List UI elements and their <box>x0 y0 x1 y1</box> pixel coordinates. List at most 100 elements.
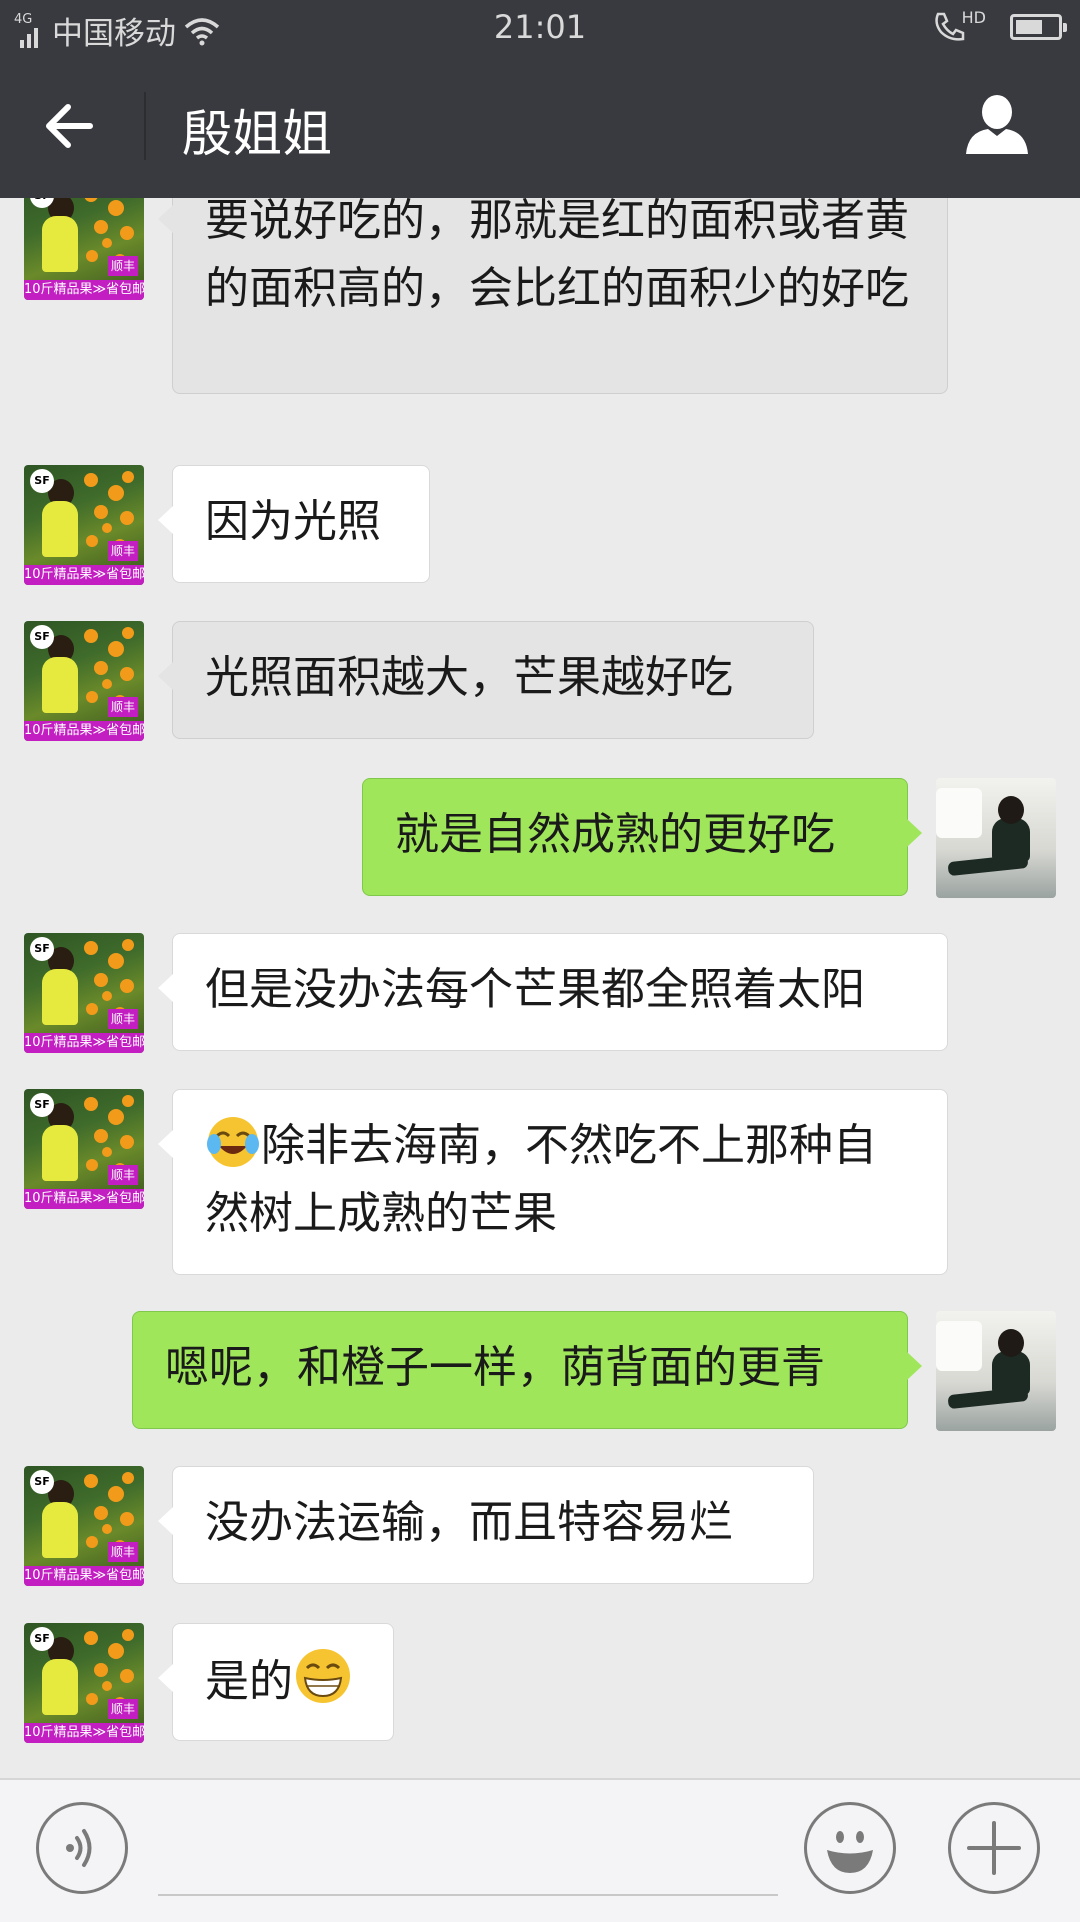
message-text: 没办法运输，而且特容易烂 <box>205 1497 733 1548</box>
sent-message-bubble[interactable]: 就是自然成熟的更好吃 <box>362 778 922 896</box>
contact-avatar[interactable]: SF 顺丰 10斤精品果≫省包邮 <box>24 1089 144 1209</box>
avatar-badge: 顺丰 <box>108 1009 138 1029</box>
avatar-fruit-dot <box>94 1506 108 1520</box>
contact-avatar[interactable]: SF顺丰10斤精品果≫省包邮 <box>24 465 144 585</box>
emoji-button[interactable] <box>804 1802 896 1894</box>
page-title: 殷姐姐 <box>182 105 332 163</box>
avatar-fruit-dot <box>122 627 134 639</box>
avatar-logo: SF <box>30 625 54 649</box>
avatar-kid-head <box>998 796 1024 824</box>
contact-avatar[interactable]: SF 顺丰 10斤精品果≫省包邮 <box>24 933 144 1053</box>
avatar-fruit-dot <box>122 471 134 483</box>
avatar-badge: 顺丰 <box>108 1542 138 1562</box>
avatar-caption: 10斤精品果≫省包邮 <box>24 1566 144 1586</box>
my-avatar[interactable] <box>936 1311 1056 1431</box>
voice-button[interactable] <box>36 1802 128 1894</box>
my-avatar[interactable] <box>936 778 1056 898</box>
avatar-fruit-dot <box>108 1486 124 1502</box>
status-bar: 4G 中国移动 21:01 HD <box>0 0 1080 54</box>
avatar-caption: 10斤精品果≫省包邮 <box>24 1033 144 1053</box>
avatar-fruit-dot <box>108 1109 124 1125</box>
message-text: 除非去海南，不然吃不上那种自然树上成熟的芒果 <box>205 1120 877 1239</box>
person-icon[interactable] <box>964 92 1030 158</box>
arrow-left-icon[interactable] <box>40 96 100 156</box>
contact-avatar[interactable]: SF顺丰10斤精品果≫省包邮 <box>24 1623 144 1743</box>
header-divider <box>144 92 146 160</box>
avatar-fruit-dot <box>86 535 98 547</box>
contact-avatar[interactable]: SF顺丰10斤精品果≫省包邮 <box>24 198 144 300</box>
avatar-badge: 顺丰 <box>108 1165 138 1185</box>
avatar-person-body <box>42 1659 78 1715</box>
avatar-fruit-dot <box>120 226 134 240</box>
avatar-fruit-dot <box>94 220 108 234</box>
avatar-fruit-dot <box>84 629 98 643</box>
avatar-fruit-dot <box>84 473 98 487</box>
sent-message-bubble[interactable]: 嗯呢，和橙子一样，荫背面的更青 <box>132 1311 922 1429</box>
message-text: 因为光照 <box>205 496 381 547</box>
avatar-fruit-dot <box>120 1669 134 1683</box>
received-message-bubble[interactable]: 光照面积越大，芒果越好吃 <box>158 621 814 739</box>
received-message-bubble[interactable]: 但是没办法每个芒果都全照着太阳 <box>158 933 948 1051</box>
contact-avatar[interactable]: SF 顺丰 10斤精品果≫省包邮 <box>24 621 144 741</box>
received-message-bubble[interactable]: 是的 <box>158 1623 394 1741</box>
avatar-badge: 顺丰 <box>108 256 138 276</box>
avatar-fruit-dot <box>120 1135 134 1149</box>
avatar-person-body <box>42 1502 78 1558</box>
contact-avatar[interactable]: SF顺丰10斤精品果≫省包邮 <box>24 1466 144 1586</box>
message-text: 是的 <box>205 1656 293 1707</box>
avatar-fruit-dot <box>84 198 98 202</box>
message-text: 但是没办法每个芒果都全照着太阳 <box>205 964 865 1015</box>
received-message-bubble[interactable]: 因为光照 <box>158 465 430 583</box>
avatar-fruit-dot <box>102 1681 112 1691</box>
message-text: 光照面积越大，芒果越好吃 <box>205 652 733 703</box>
avatar-fruit-dot <box>84 941 98 955</box>
plus-icon <box>967 1821 1021 1875</box>
avatar-fruit-dot <box>84 1474 98 1488</box>
battery-icon <box>1010 14 1067 40</box>
avatar-badge: 顺丰 <box>108 697 138 717</box>
avatar-fruit-dot <box>86 1693 98 1705</box>
received-message-bubble[interactable]: 除非去海南，不然吃不上那种自然树上成熟的芒果 <box>158 1089 948 1275</box>
message-text: 嗯呢，和橙子一样，荫背面的更青 <box>165 1342 825 1393</box>
smiley-icon <box>827 1831 873 1873</box>
avatar-sofa <box>936 1321 982 1371</box>
avatar-logo: SF <box>30 1627 54 1651</box>
avatar-fruit-dot <box>86 1003 98 1015</box>
message-text: 要说好吃的，那就是红的面积或者黄的面积高的，会比红的面积少的好吃 <box>205 198 909 314</box>
chat-header: 殷姐姐 <box>0 54 1080 198</box>
input-bar <box>0 1778 1080 1922</box>
avatar-fruit-dot <box>84 1631 98 1645</box>
status-time: 21:01 <box>493 8 587 46</box>
grinning-emoji-icon <box>296 1649 350 1703</box>
avatar-fruit-dot <box>122 1629 134 1641</box>
more-button[interactable] <box>948 1802 1040 1894</box>
hd-call-icon <box>934 12 964 41</box>
voice-icon <box>66 1829 92 1867</box>
avatar-caption: 10斤精品果≫省包邮 <box>24 1189 144 1209</box>
avatar-logo: SF <box>30 469 54 493</box>
avatar-fruit-dot <box>94 505 108 519</box>
avatar-fruit-dot <box>102 1147 112 1157</box>
avatar-caption: 10斤精品果≫省包邮 <box>24 1723 144 1743</box>
avatar-fruit-dot <box>102 991 112 1001</box>
avatar-fruit-dot <box>120 511 134 525</box>
crying-laughing-emoji-icon <box>207 1117 259 1167</box>
battery-level <box>1016 20 1042 34</box>
received-message-bubble[interactable]: 要说好吃的，那就是红的面积或者黄的面积高的，会比红的面积少的好吃 <box>158 198 948 394</box>
avatar-logo: SF <box>30 937 54 961</box>
message-text: 就是自然成熟的更好吃 <box>395 809 835 860</box>
avatar-person-body <box>42 501 78 557</box>
received-message-bubble[interactable]: 没办法运输，而且特容易烂 <box>158 1466 814 1584</box>
avatar-fruit-dot <box>86 1159 98 1171</box>
avatar-person-body <box>42 216 78 272</box>
avatar-fruit-dot <box>122 1095 134 1107</box>
avatar-fruit-dot <box>122 1472 134 1484</box>
avatar-fruit-dot <box>108 200 124 216</box>
avatar-caption: 10斤精品果≫省包邮 <box>24 721 144 741</box>
message-input[interactable] <box>158 1894 778 1896</box>
message-list[interactable]: 要说好吃的，那就是红的面积或者黄的面积高的，会比红的面积少的好吃 SF 顺丰 10斤精… <box>0 198 1080 1778</box>
avatar-kid-body <box>992 1351 1030 1395</box>
avatar-caption: 10斤精品果≫省包邮 <box>24 565 144 585</box>
avatar-logo: SF <box>30 1093 54 1117</box>
avatar-person-body <box>42 657 78 713</box>
